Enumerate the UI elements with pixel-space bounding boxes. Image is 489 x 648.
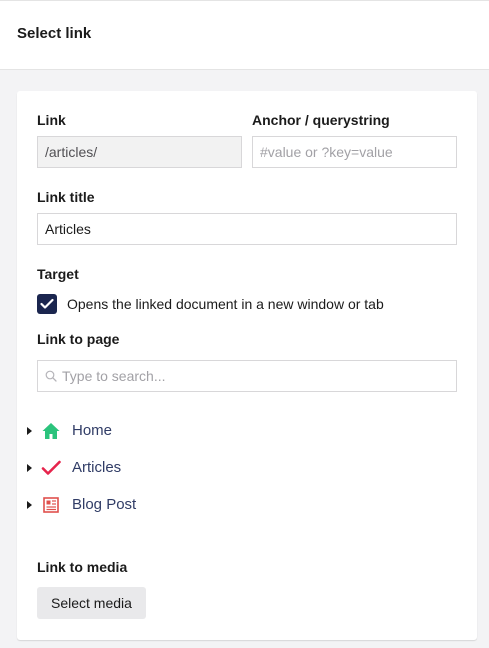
- tree-node-label[interactable]: Blog Post: [72, 496, 136, 513]
- dialog-header: Select link: [0, 0, 489, 70]
- expand-caret-icon[interactable]: [27, 464, 32, 472]
- target-label: Target: [37, 266, 79, 282]
- link-title-label: Link title: [37, 189, 95, 205]
- expand-caret-icon[interactable]: [27, 501, 32, 509]
- tree-node-blog-post[interactable]: Blog Post: [17, 491, 317, 519]
- checkmark-icon: [40, 298, 54, 309]
- link-title-input[interactable]: [37, 213, 457, 245]
- tree-node-home[interactable]: Home: [17, 417, 317, 445]
- expand-caret-icon[interactable]: [27, 427, 32, 435]
- page-search-box: [37, 360, 457, 392]
- newspaper-icon: [43, 497, 59, 513]
- page-search-input[interactable]: [62, 361, 452, 391]
- select-media-button[interactable]: Select media: [37, 587, 146, 619]
- home-icon: [42, 423, 60, 439]
- tree-node-articles[interactable]: Articles: [17, 454, 317, 482]
- new-window-checkbox[interactable]: [37, 294, 57, 314]
- search-icon: [45, 370, 57, 382]
- link-field[interactable]: [37, 136, 242, 168]
- checkmark-icon: [41, 460, 61, 475]
- tree-node-label[interactable]: Home: [72, 422, 112, 439]
- link-label: Link: [37, 112, 66, 128]
- link-to-page-label: Link to page: [37, 331, 120, 347]
- anchor-querystring-input[interactable]: [252, 136, 457, 168]
- link-form-panel: Link Anchor / querystring Link title Tar…: [17, 91, 477, 640]
- tree-node-label[interactable]: Articles: [72, 459, 121, 476]
- dialog-title: Select link: [17, 25, 92, 42]
- anchor-label: Anchor / querystring: [252, 112, 390, 128]
- new-window-checkbox-label[interactable]: Opens the linked document in a new windo…: [67, 296, 384, 312]
- link-to-media-label: Link to media: [37, 559, 128, 575]
